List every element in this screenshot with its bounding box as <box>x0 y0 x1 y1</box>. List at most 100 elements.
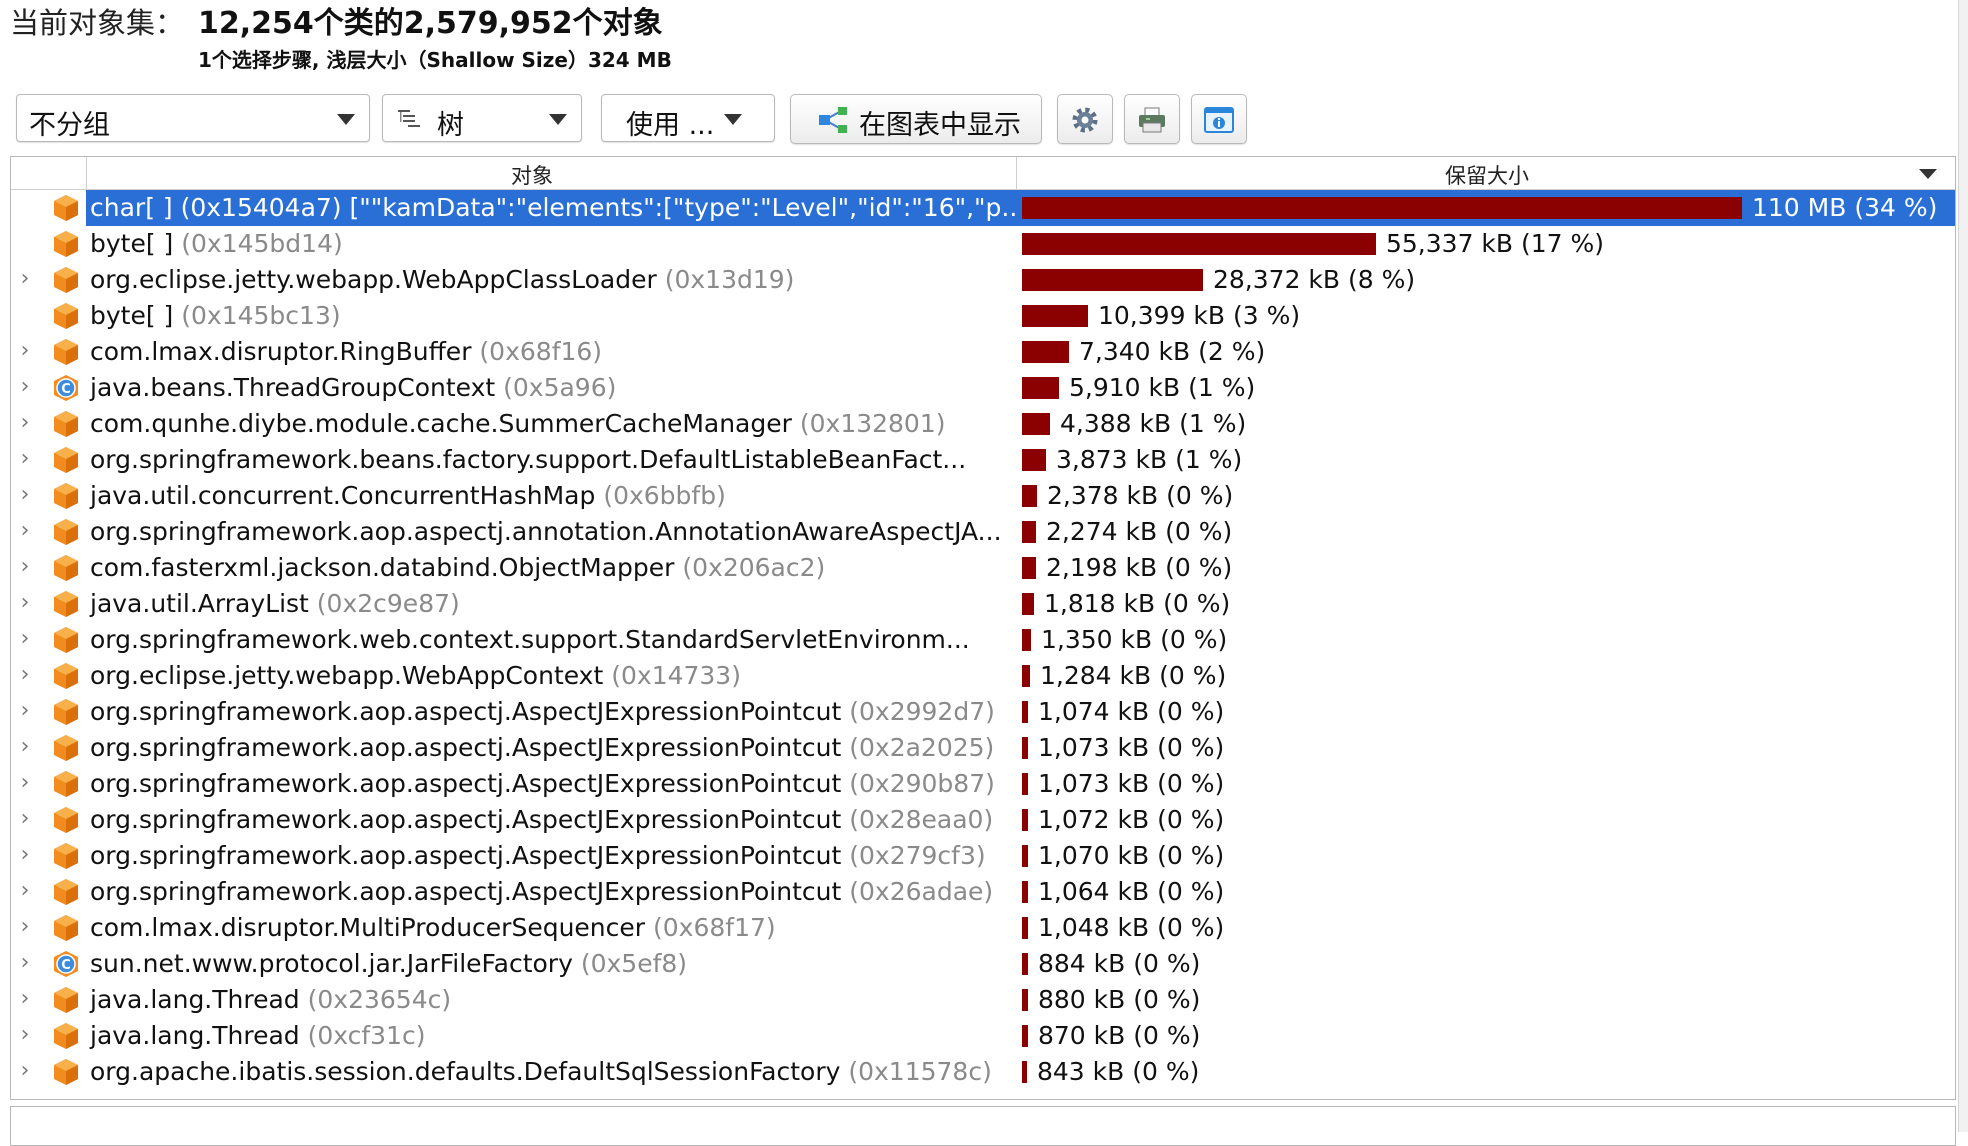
table-row[interactable]: › org.springframework.aop.aspectj.annotat… <box>11 514 1955 550</box>
object-cell[interactable]: com.qunhe.diybe.module.cache.SummerCache… <box>86 406 1016 442</box>
object-address: (0x68f17) <box>653 913 776 942</box>
retained-size-cell: 3,873 kB (1 %) <box>1016 442 1955 478</box>
table-row[interactable]: › org.apache.ibatis.session.defaults.Defa… <box>11 1054 1955 1090</box>
object-cell[interactable]: sun.net.www.protocol.jar.JarFileFactory … <box>86 946 1016 982</box>
expand-chevron-icon[interactable]: › <box>15 1022 35 1047</box>
expand-chevron-icon[interactable]: › <box>15 266 35 291</box>
table-row[interactable]: › org.springframework.aop.aspectj.AspectJ… <box>11 694 1955 730</box>
grouping-dropdown[interactable]: 不分组 <box>16 94 370 142</box>
expand-chevron-icon[interactable]: › <box>15 374 35 399</box>
expand-chevron-icon[interactable]: › <box>15 734 35 759</box>
object-cell[interactable]: org.springframework.aop.aspectj.AspectJE… <box>86 694 1016 730</box>
table-row[interactable]: › Cjava.beans.ThreadGroupContext (0x5a96)… <box>11 370 1955 406</box>
object-name: org.springframework.aop.aspectj.AspectJE… <box>90 733 994 762</box>
expand-chevron-icon[interactable]: › <box>15 338 35 363</box>
object-cell[interactable]: java.lang.Thread (0x23654c) <box>86 982 1016 1018</box>
tree-icon <box>397 107 421 138</box>
table-row[interactable]: › org.springframework.aop.aspectj.AspectJ… <box>11 730 1955 766</box>
expand-chevron-icon[interactable]: › <box>15 842 35 867</box>
expand-chevron-icon[interactable]: › <box>15 410 35 435</box>
object-cell[interactable]: java.util.ArrayList (0x2c9e87) <box>86 586 1016 622</box>
table-row[interactable]: › org.springframework.beans.factory.suppo… <box>11 442 1955 478</box>
object-cell[interactable]: byte[ ] (0x145bd14) <box>86 226 1016 262</box>
table-row[interactable]: › org.springframework.aop.aspectj.AspectJ… <box>11 838 1955 874</box>
object-cell[interactable]: char[ ] (0x15404a7) [""kamData":"element… <box>86 190 1025 226</box>
orange-cube-icon <box>51 661 81 691</box>
table-row[interactable]: › org.springframework.aop.aspectj.AspectJ… <box>11 766 1955 802</box>
object-cell[interactable]: org.springframework.aop.aspectj.AspectJE… <box>86 730 1016 766</box>
expand-chevron-icon[interactable]: › <box>15 770 35 795</box>
use-menu-button[interactable]: 使用 ... <box>601 94 775 142</box>
object-cell[interactable]: com.fasterxml.jackson.databind.ObjectMap… <box>86 550 1016 586</box>
expand-chevron-icon[interactable]: › <box>15 446 35 471</box>
show-in-chart-button[interactable]: 在图表中显示 <box>790 94 1042 144</box>
expand-chevron-icon[interactable]: › <box>15 878 35 903</box>
column-header-object[interactable]: 对象 <box>511 160 553 190</box>
table-row[interactable]: › com.lmax.disruptor.MultiProducerSequenc… <box>11 910 1955 946</box>
object-cell[interactable]: org.springframework.aop.aspectj.AspectJE… <box>86 766 1016 802</box>
sort-descending-icon[interactable] <box>1919 169 1937 179</box>
table-row[interactable]: › java.lang.Thread (0xcf31c) 870 kB (0 %) <box>11 1018 1955 1054</box>
object-cell[interactable]: byte[ ] (0x145bc13) <box>86 298 1016 334</box>
object-address: (0x13d19) <box>664 265 795 294</box>
table-row[interactable]: › java.lang.Thread (0x23654c) 880 kB (0 %) <box>11 982 1955 1018</box>
retained-size-cell: 1,064 kB (0 %) <box>1016 874 1955 910</box>
object-cell[interactable]: org.apache.ibatis.session.defaults.Defau… <box>86 1054 1016 1090</box>
object-cell[interactable]: java.lang.Thread (0xcf31c) <box>86 1018 1016 1054</box>
object-cell[interactable]: org.springframework.beans.factory.suppor… <box>86 442 1016 478</box>
view-mode-dropdown[interactable]: 树 <box>382 94 582 142</box>
object-class-name: byte[ ] <box>90 301 182 330</box>
object-cell[interactable]: org.eclipse.jetty.webapp.WebAppContext (… <box>86 658 1016 694</box>
expand-chevron-icon[interactable]: › <box>15 554 35 579</box>
settings-button[interactable] <box>1057 94 1113 144</box>
table-row[interactable]: › com.qunhe.diybe.module.cache.SummerCach… <box>11 406 1955 442</box>
object-cell[interactable]: org.eclipse.jetty.webapp.WebAppClassLoad… <box>86 262 1016 298</box>
object-cell[interactable]: java.beans.ThreadGroupContext (0x5a96) <box>86 370 1016 406</box>
table-row[interactable]: › Csun.net.www.protocol.jar.JarFileFactor… <box>11 946 1955 982</box>
retained-size-cell: 7,340 kB (2 %) <box>1016 334 1955 370</box>
export-button[interactable] <box>1124 94 1180 144</box>
object-cell[interactable]: org.springframework.aop.aspectj.AspectJE… <box>86 874 1016 910</box>
expand-chevron-icon[interactable]: › <box>15 698 35 723</box>
expand-chevron-icon[interactable]: › <box>15 986 35 1011</box>
object-cell[interactable]: org.springframework.web.context.support.… <box>86 622 1016 658</box>
object-cell[interactable]: com.lmax.disruptor.MultiProducerSequence… <box>86 910 1016 946</box>
info-button[interactable] <box>1191 94 1247 144</box>
retained-size-bar <box>1022 305 1088 327</box>
table-row[interactable]: › java.util.concurrent.ConcurrentHashMap … <box>11 478 1955 514</box>
orange-cube-icon <box>51 265 81 295</box>
expand-chevron-icon[interactable]: › <box>15 482 35 507</box>
table-row[interactable]: › com.fasterxml.jackson.databind.ObjectMa… <box>11 550 1955 586</box>
table-row[interactable]: › org.eclipse.jetty.webapp.WebAppClassLoa… <box>11 262 1955 298</box>
table-row[interactable]: › org.springframework.aop.aspectj.AspectJ… <box>11 874 1955 910</box>
expand-chevron-icon[interactable]: › <box>15 626 35 651</box>
expand-chevron-icon[interactable]: › <box>15 1058 35 1083</box>
object-cell[interactable]: java.util.concurrent.ConcurrentHashMap (… <box>86 478 1016 514</box>
use-menu-label: 使用 ... <box>626 110 715 141</box>
expand-chevron-icon[interactable]: › <box>15 914 35 939</box>
retained-size-value: 884 kB (0 %) <box>1038 949 1201 978</box>
expand-chevron-icon[interactable]: › <box>15 662 35 687</box>
expand-chevron-icon[interactable]: › <box>15 518 35 543</box>
expand-chevron-icon[interactable]: › <box>15 950 35 975</box>
column-header-retained-size[interactable]: 保留大小 <box>1445 160 1529 190</box>
table-row[interactable]: › org.springframework.aop.aspectj.AspectJ… <box>11 802 1955 838</box>
object-cell[interactable]: org.springframework.aop.aspectj.AspectJE… <box>86 802 1016 838</box>
expand-chevron-icon[interactable]: › <box>15 590 35 615</box>
object-cell[interactable]: org.springframework.aop.aspectj.AspectJE… <box>86 838 1016 874</box>
object-cell[interactable]: com.lmax.disruptor.RingBuffer (0x68f16) <box>86 334 1016 370</box>
table-row[interactable]: byte[ ] (0x145bc13) 10,399 kB (3 %) <box>11 298 1955 334</box>
retained-size-value: 5,910 kB (1 %) <box>1069 373 1256 402</box>
table-row[interactable]: byte[ ] (0x145bd14) 55,337 kB (17 %) <box>11 226 1955 262</box>
retained-size-bar <box>1022 845 1028 867</box>
orange-cube-icon <box>51 985 81 1015</box>
expand-chevron-icon[interactable]: › <box>15 806 35 831</box>
table-row[interactable]: › org.springframework.web.context.support… <box>11 622 1955 658</box>
object-name: byte[ ] (0x145bd14) <box>90 229 343 258</box>
table-row[interactable]: › org.eclipse.jetty.webapp.WebAppContext … <box>11 658 1955 694</box>
table-row[interactable]: › com.lmax.disruptor.RingBuffer (0x68f16)… <box>11 334 1955 370</box>
object-cell[interactable]: org.springframework.aop.aspectj.annotati… <box>86 514 1016 550</box>
table-row[interactable]: › java.util.ArrayList (0x2c9e87) 1,818 kB … <box>11 586 1955 622</box>
table-row[interactable]: char[ ] (0x15404a7) [""kamData":"element… <box>11 190 1955 226</box>
object-name: com.lmax.disruptor.MultiProducerSequence… <box>90 913 776 942</box>
